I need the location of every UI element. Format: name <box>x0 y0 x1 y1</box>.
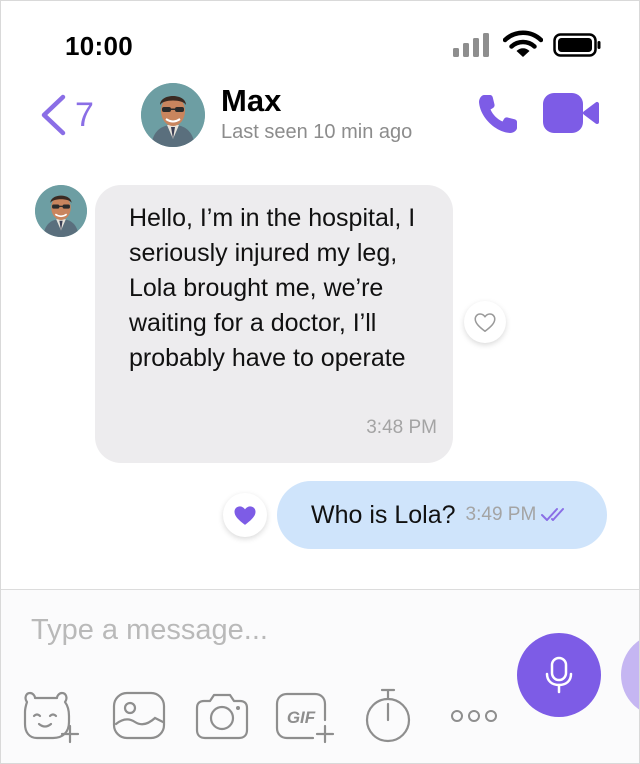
heart-reaction-button[interactable] <box>223 493 267 537</box>
last-seen-status: Last seen 10 min ago <box>221 121 413 143</box>
sender-avatar[interactable] <box>35 185 87 237</box>
outgoing-message-bubble[interactable]: Who is Lola? 3:49 PM <box>277 481 607 549</box>
message-composer: GIF <box>1 590 639 763</box>
chevron-left-icon <box>41 94 66 136</box>
contact-avatar[interactable] <box>141 83 205 147</box>
message-input[interactable] <box>31 610 501 650</box>
back-button[interactable]: 7 <box>39 93 94 137</box>
react-heart-button[interactable] <box>464 301 506 343</box>
contact-name[interactable]: Max <box>221 83 281 119</box>
gallery-button[interactable] <box>111 688 167 744</box>
unread-count: 7 <box>75 95 94 134</box>
gallery-icon <box>112 691 166 740</box>
more-icon <box>451 710 497 722</box>
avatar-image <box>141 83 205 147</box>
sticker-button[interactable] <box>21 688 81 744</box>
gif-label: GIF <box>287 708 316 727</box>
wifi-icon <box>503 30 543 57</box>
camera-icon <box>195 693 249 740</box>
video-call-button[interactable] <box>541 91 601 135</box>
message-text: Hello, I’m in the hospital, I seriously … <box>129 204 416 372</box>
camera-button[interactable] <box>193 688 251 744</box>
incoming-message-bubble[interactable]: Hello, I’m in the hospital, I seriously … <box>95 185 453 463</box>
message-text: Who is Lola? <box>311 500 456 529</box>
heart-outline-icon <box>474 313 496 332</box>
heart-filled-icon <box>234 506 256 525</box>
microphone-icon <box>545 656 573 694</box>
gif-button[interactable]: GIF <box>273 688 337 744</box>
message-time: 3:49 PM <box>465 504 537 525</box>
gif-icon: GIF <box>275 692 335 744</box>
read-checkmarks-icon <box>541 508 565 521</box>
timer-icon <box>365 688 411 743</box>
video-camera-icon <box>543 93 599 133</box>
phone-icon <box>479 95 517 133</box>
chat-screen: 10:00 7 Max Last seen 10 min ago Hello, … <box>0 0 640 764</box>
avatar-image <box>35 185 87 237</box>
cellular-signal-icon <box>453 33 489 57</box>
message-time: 3:48 PM <box>366 417 437 438</box>
voice-message-button[interactable] <box>517 633 601 717</box>
sticker-icon <box>23 691 80 744</box>
more-button[interactable] <box>447 688 503 744</box>
battery-icon <box>553 33 601 57</box>
timer-button[interactable] <box>361 688 415 744</box>
secondary-action-button[interactable] <box>621 633 639 717</box>
status-time: 10:00 <box>65 31 133 61</box>
voice-call-button[interactable] <box>475 89 523 137</box>
